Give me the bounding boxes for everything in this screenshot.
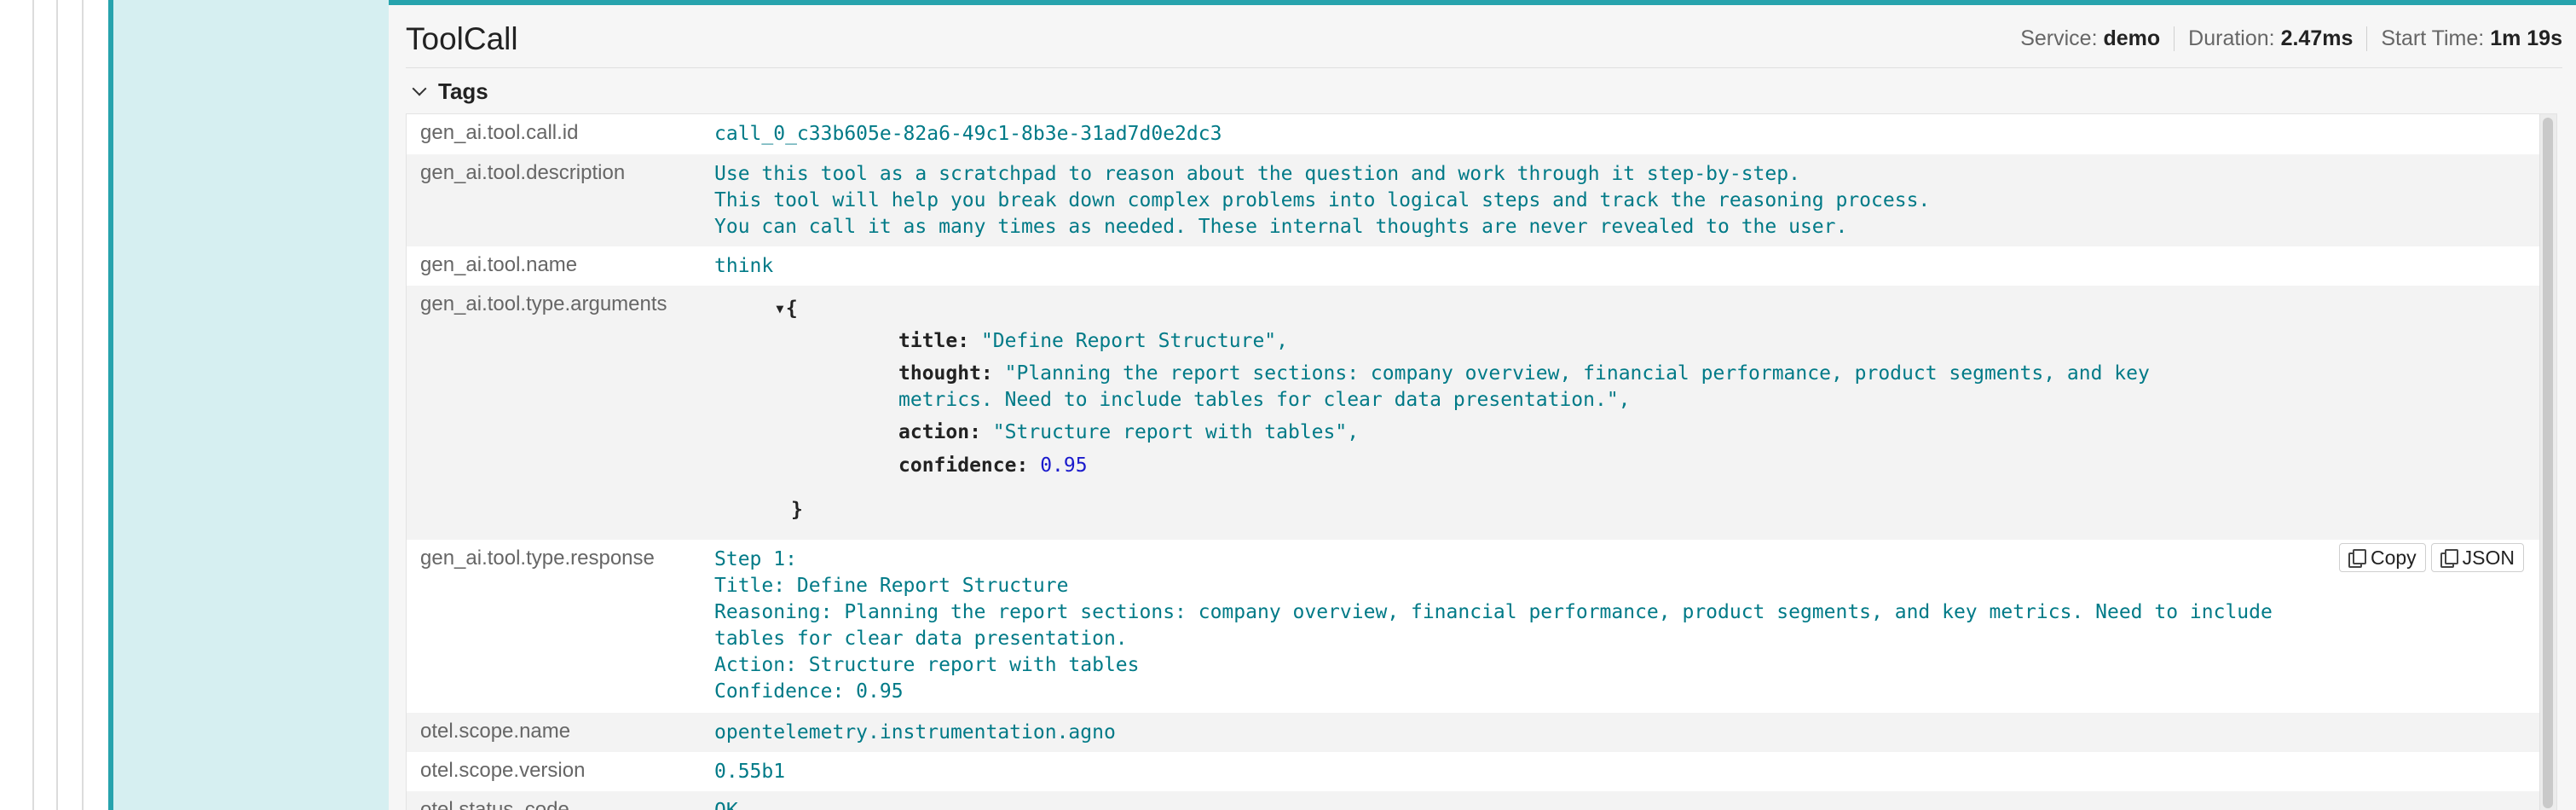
json-expand-toggle[interactable]: ▾{	[774, 296, 798, 322]
service-value: demo	[2103, 26, 2161, 50]
json-key-title: title:	[898, 330, 970, 352]
tag-value: Use this tool as a scratchpad to reason …	[714, 163, 1931, 238]
json-value-confidence: 0.95	[1040, 454, 1088, 477]
scrollbar-thumb[interactable]	[2543, 118, 2553, 808]
tag-row: gen_ai.tool.type.response Step 1: Title:…	[407, 540, 2541, 713]
json-action-line: action: "Structure report with tables",	[898, 419, 1359, 446]
duration-meta: Duration: 2.47ms	[2174, 26, 2366, 51]
service-meta: Service: demo	[2007, 26, 2174, 51]
tag-key: gen_ai.tool.description	[420, 161, 626, 184]
left-divider-3	[82, 0, 84, 810]
json-key-action: action:	[898, 421, 981, 443]
chevron-down-icon	[412, 81, 427, 95]
service-label: Service:	[2020, 26, 2098, 50]
start-time-value: 1m 19s	[2490, 26, 2562, 50]
tags-table: gen_ai.tool.call.id call_0_c33b605e-82a6…	[406, 113, 2557, 810]
tag-row: gen_ai.tool.type.arguments ▾{ title: "De…	[407, 286, 2541, 540]
span-title: ToolCall	[406, 20, 518, 56]
tag-value: Step 1: Title: Define Report Structure R…	[714, 548, 2273, 703]
tag-key: gen_ai.tool.call.id	[420, 121, 579, 144]
tag-row: otel.status_code OK	[407, 791, 2541, 810]
json-button[interactable]: JSON	[2430, 543, 2524, 572]
tags-toggle[interactable]: Tags	[409, 78, 488, 105]
json-key-thought: thought:	[898, 362, 993, 385]
tag-key: otel.scope.name	[420, 720, 571, 743]
json-thought-line: thought: "Planning the report sections: …	[898, 361, 2150, 387]
tag-row: gen_ai.tool.call.id call_0_c33b605e-82a6…	[407, 114, 2541, 154]
json-confidence-line: confidence: 0.95	[898, 453, 1088, 479]
tag-row: otel.scope.version 0.55b1	[407, 752, 2541, 791]
selected-span-row[interactable]	[113, 0, 389, 810]
left-divider-2	[56, 0, 58, 810]
tag-value: call_0_c33b605e-82a6-49c1-8b3e-31ad7d0e2…	[714, 123, 1222, 145]
span-meta: Service: demo Duration: 2.47ms Start Tim…	[2007, 26, 2562, 51]
tag-value: 0.55b1	[714, 761, 786, 783]
tag-row: otel.scope.name opentelemetry.instrument…	[407, 713, 2541, 752]
duration-value: 2.47ms	[2280, 26, 2354, 50]
tag-value: opentelemetry.instrumentation.agno	[714, 721, 1116, 743]
tag-key: otel.status_code	[420, 798, 569, 810]
span-header: ToolCall Service: demo Duration: 2.47ms …	[406, 10, 2562, 68]
copy-button[interactable]: Copy	[2338, 543, 2426, 572]
tag-row: gen_ai.tool.description Use this tool as…	[407, 154, 2541, 246]
start-time-meta: Start Time: 1m 19s	[2366, 26, 2562, 51]
tag-key: otel.scope.version	[420, 759, 586, 782]
copy-icon	[2348, 549, 2366, 568]
tags-label: Tags	[438, 78, 488, 104]
left-divider-1	[32, 0, 34, 810]
json-value-title: "Define Report Structure",	[980, 330, 1288, 352]
tag-key: gen_ai.tool.type.arguments	[420, 292, 667, 315]
tag-value: think	[714, 255, 774, 277]
json-key-confidence: confidence:	[898, 454, 1029, 477]
json-value-thought: "Planning the report sections: company o…	[1004, 362, 2150, 385]
json-title-line: title: "Define Report Structure",	[898, 328, 1288, 355]
tag-row: gen_ai.tool.name think	[407, 246, 2541, 286]
json-thought-continued: metrics. Need to include tables for clea…	[898, 389, 1631, 411]
json-label: JSON	[2462, 546, 2515, 569]
duration-label: Duration:	[2188, 26, 2275, 50]
tag-key: gen_ai.tool.name	[420, 253, 578, 276]
json-value-action: "Structure report with tables",	[992, 421, 1360, 443]
copy-label: Copy	[2370, 546, 2417, 569]
json-close-brace: }	[791, 499, 803, 521]
tags-scrollbar[interactable]	[2539, 114, 2556, 810]
start-time-label: Start Time:	[2381, 26, 2485, 50]
copy-icon	[2440, 549, 2458, 568]
tag-key: gen_ai.tool.type.response	[420, 547, 655, 570]
span-detail-panel: ToolCall Service: demo Duration: 2.47ms …	[389, 0, 2576, 810]
response-actions: Copy JSON	[2338, 543, 2524, 572]
tag-value: OK	[714, 798, 738, 810]
